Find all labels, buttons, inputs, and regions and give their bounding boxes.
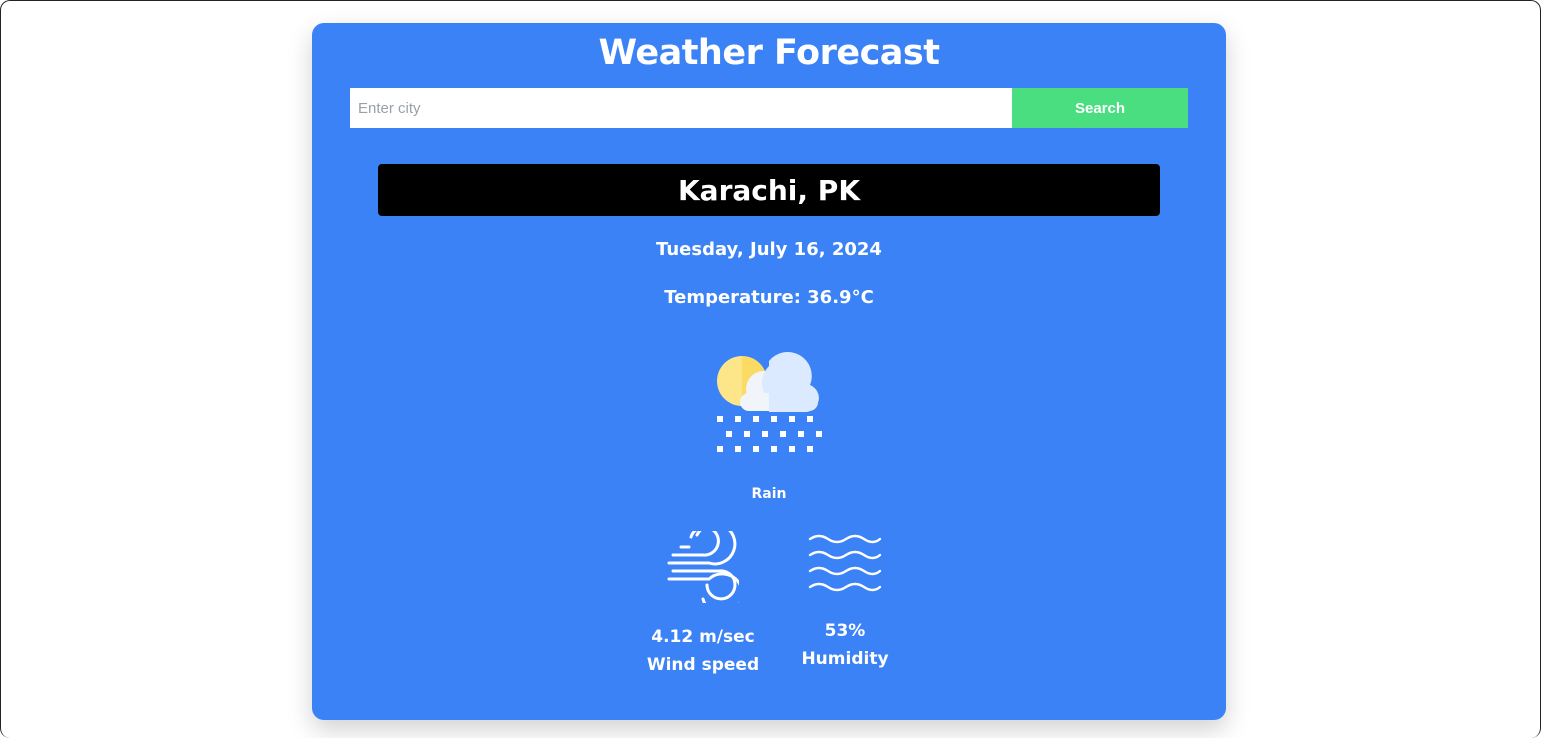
weather-condition: Rain [751, 486, 787, 502]
date-text: Tuesday, July 16, 2024 [656, 239, 882, 260]
browser-viewport: Weather Forecast Search Karachi, PK Tues… [0, 0, 1541, 738]
humidity-waves-icon [808, 534, 882, 592]
wind-stat: 4.12 m/sec Wind speed [645, 531, 761, 679]
humidity-stat: 53% Humidity [790, 531, 900, 673]
search-bar: Search [350, 88, 1188, 128]
weather-card: Weather Forecast Search Karachi, PK Tues… [312, 23, 1226, 720]
humidity-label: Humidity [801, 649, 889, 669]
search-button[interactable]: Search [1012, 88, 1188, 128]
city-search-input[interactable] [350, 88, 1012, 128]
wind-speed-value: 4.12 m/sec [651, 627, 755, 647]
wind-speed-label: Wind speed [646, 655, 760, 675]
page-title: Weather Forecast [598, 33, 940, 73]
humidity-value: 53% [824, 621, 866, 641]
sun-cloud-rain-icon [717, 351, 822, 452]
wind-icon [667, 531, 739, 603]
city-name: Karachi, PK [378, 164, 1160, 216]
temperature-text: Temperature: 36.9°C [664, 287, 874, 308]
